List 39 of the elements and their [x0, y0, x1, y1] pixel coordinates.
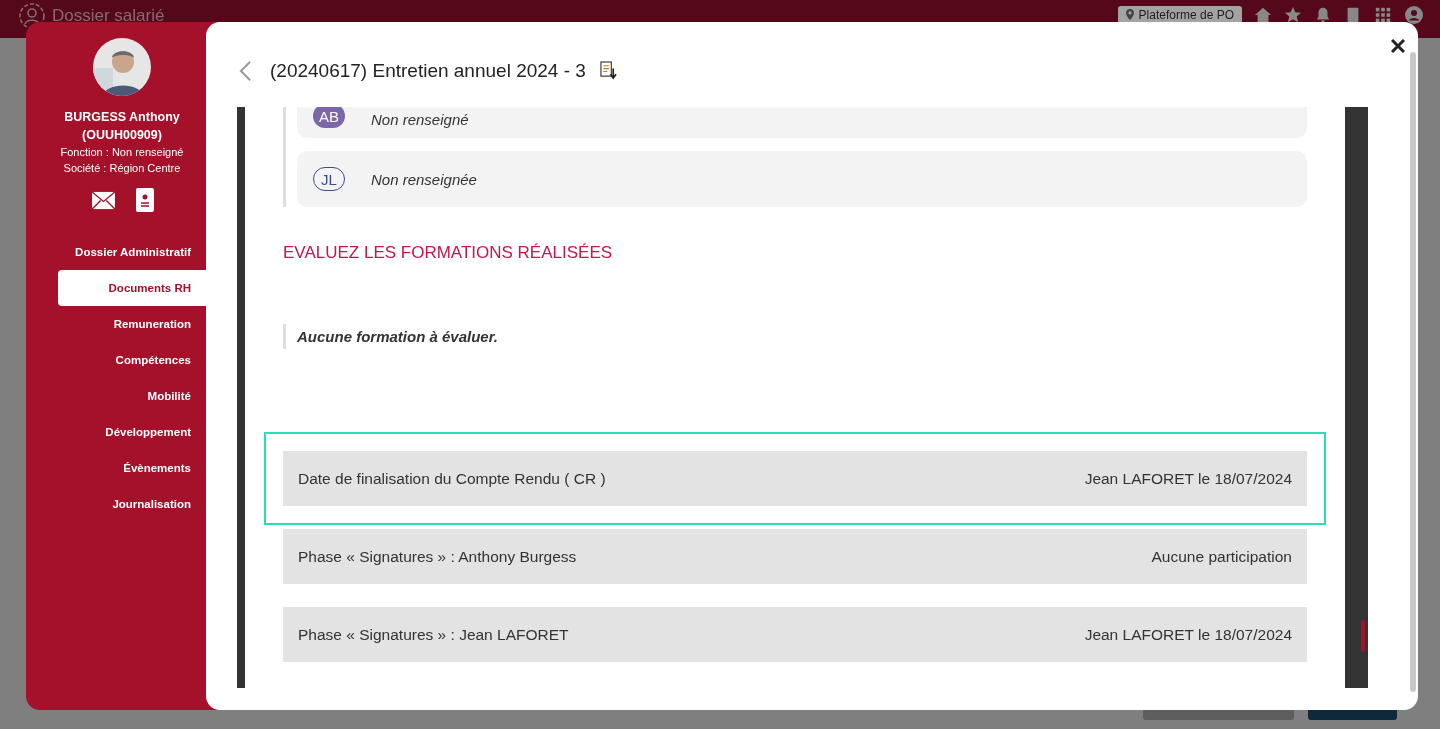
location-button[interactable]: Plateforme de PO: [1117, 5, 1242, 24]
nav-item[interactable]: Développement: [58, 414, 218, 450]
nav-item[interactable]: Journalisation: [58, 486, 218, 522]
download-document-icon[interactable]: [599, 61, 617, 80]
employee-name: BURGESS Anthony: [64, 109, 180, 126]
id-card-icon[interactable]: [135, 188, 154, 212]
close-button[interactable]: [1390, 38, 1406, 54]
location-pin-icon: [1125, 9, 1134, 20]
nav-item[interactable]: Mobilité: [58, 378, 218, 414]
nav-item[interactable]: Compétences: [58, 342, 218, 378]
participant-value: Non renseigné: [371, 111, 469, 128]
employee-code: (OUUH00909): [82, 127, 162, 144]
app-title: Dossier salarié: [52, 6, 165, 26]
nav-item[interactable]: Remuneration: [58, 306, 218, 342]
participant-value: Non renseignée: [371, 170, 477, 188]
account-icon[interactable]: [1404, 4, 1424, 25]
bell-icon[interactable]: [1314, 5, 1332, 24]
home-icon[interactable]: [1254, 5, 1272, 24]
scrollbar[interactable]: [1345, 107, 1368, 688]
mail-icon[interactable]: [90, 190, 116, 210]
nav-item[interactable]: Dossier Administratif: [58, 234, 218, 270]
user-icon: [18, 2, 46, 30]
company-text: Société : Région Centre: [63, 161, 181, 176]
function-text: Fonction : Non renseigné: [60, 145, 184, 160]
phase-label: Phase « Signatures » : Jean LAFORET: [298, 625, 569, 644]
phase-label: Phase « Signatures » : Anthony Burgess: [298, 547, 577, 566]
phase-value: Aucune participation: [1151, 547, 1292, 566]
back-icon[interactable]: [239, 59, 252, 82]
grid-icon[interactable]: [1374, 5, 1392, 24]
empty-message: Aucune formation à évaluer.: [297, 328, 498, 345]
scrollbar[interactable]: [1410, 52, 1416, 692]
phase-value: Jean LAFORET le 18/07/2024: [1084, 625, 1292, 644]
section-title: EVALUEZ LES FORMATIONS RÉALISÉES: [283, 243, 614, 263]
star-icon[interactable]: [1284, 5, 1302, 24]
phase-value: Jean LAFORET le 18/07/2024: [1084, 469, 1292, 488]
nav-item[interactable]: Évènements: [58, 450, 218, 486]
initials-badge: AB: [313, 107, 345, 128]
dialog-title: (20240617) Entretien annuel 2024 - 3: [270, 59, 586, 82]
phase-label: Date de finalisation du Compte Rendu ( CR ): [298, 469, 606, 488]
